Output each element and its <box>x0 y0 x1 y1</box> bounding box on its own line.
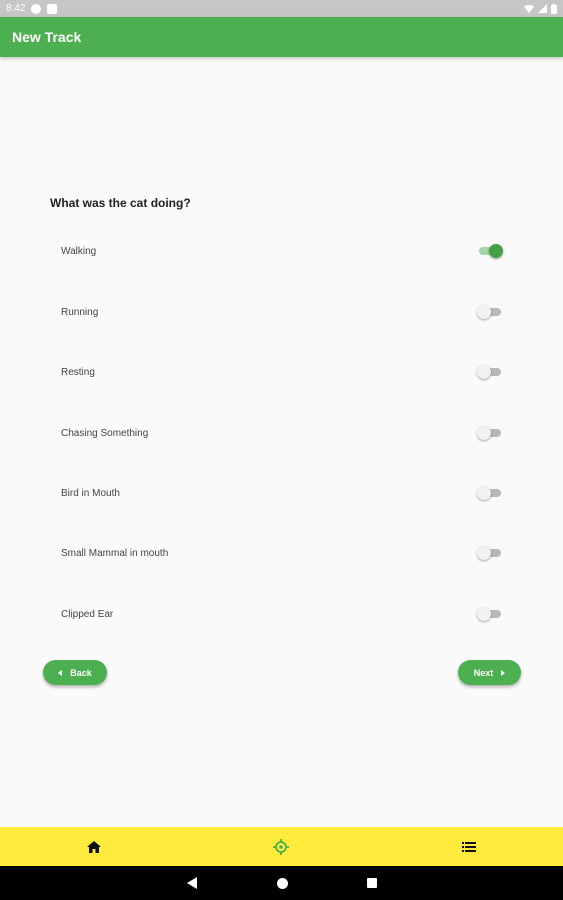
nav-list[interactable] <box>449 827 489 866</box>
option-row-resting[interactable]: Resting <box>61 362 503 382</box>
running-switch[interactable] <box>477 305 503 319</box>
chevron-right-icon <box>501 669 506 676</box>
resting-switch[interactable] <box>477 365 503 379</box>
sd-card-icon <box>47 3 58 14</box>
nav-track[interactable] <box>261 827 301 866</box>
bottom-navigation <box>0 827 563 866</box>
chevron-left-icon <box>58 669 63 676</box>
list-icon <box>462 841 476 852</box>
walking-switch[interactable] <box>477 244 503 258</box>
option-row-walking[interactable]: Walking <box>61 241 503 261</box>
question-heading: What was the cat doing? <box>50 196 191 210</box>
option-label: Running <box>61 306 99 318</box>
option-row-bird-in-mouth[interactable]: Bird in Mouth <box>61 483 503 503</box>
system-recents-button[interactable] <box>360 874 384 892</box>
target-icon <box>273 838 289 855</box>
status-time: 8:42 <box>6 3 26 14</box>
wifi-icon <box>524 4 534 13</box>
back-button-label: Back <box>70 667 92 678</box>
option-label: Resting <box>61 366 95 378</box>
option-label: Clipped Ear <box>61 608 114 620</box>
next-button-label: Next <box>473 667 494 678</box>
system-navigation-bar <box>0 866 563 900</box>
system-back-button[interactable] <box>180 874 204 892</box>
next-button[interactable]: Next <box>458 660 521 685</box>
battery-icon <box>551 3 557 14</box>
home-icon <box>87 840 101 853</box>
app-notification-icon <box>31 3 42 14</box>
home-circle-icon <box>276 877 288 889</box>
small-mammal-switch[interactable] <box>477 546 503 560</box>
clipped-ear-switch[interactable] <box>477 607 503 621</box>
option-row-clipped-ear[interactable]: Clipped Ear <box>61 604 503 624</box>
signal-icon <box>538 4 547 13</box>
app-bar: New Track <box>0 17 563 57</box>
status-bar: 8:42 <box>0 0 563 17</box>
bird-in-mouth-switch[interactable] <box>477 486 503 500</box>
back-button[interactable]: Back <box>43 660 107 685</box>
nav-home[interactable] <box>74 827 114 866</box>
option-label: Small Mammal in mouth <box>61 547 169 559</box>
page-title: New Track <box>12 29 82 45</box>
option-row-small-mammal[interactable]: Small Mammal in mouth <box>61 543 503 563</box>
option-label: Chasing Something <box>61 427 149 439</box>
system-home-button[interactable] <box>270 874 294 892</box>
option-label: Bird in Mouth <box>61 487 120 499</box>
recents-square-icon <box>367 878 377 888</box>
option-row-chasing-something[interactable]: Chasing Something <box>61 423 503 443</box>
option-row-running[interactable]: Running <box>61 302 503 322</box>
chasing-something-switch[interactable] <box>477 426 503 440</box>
option-label: Walking <box>61 245 97 257</box>
back-triangle-icon <box>187 877 197 889</box>
